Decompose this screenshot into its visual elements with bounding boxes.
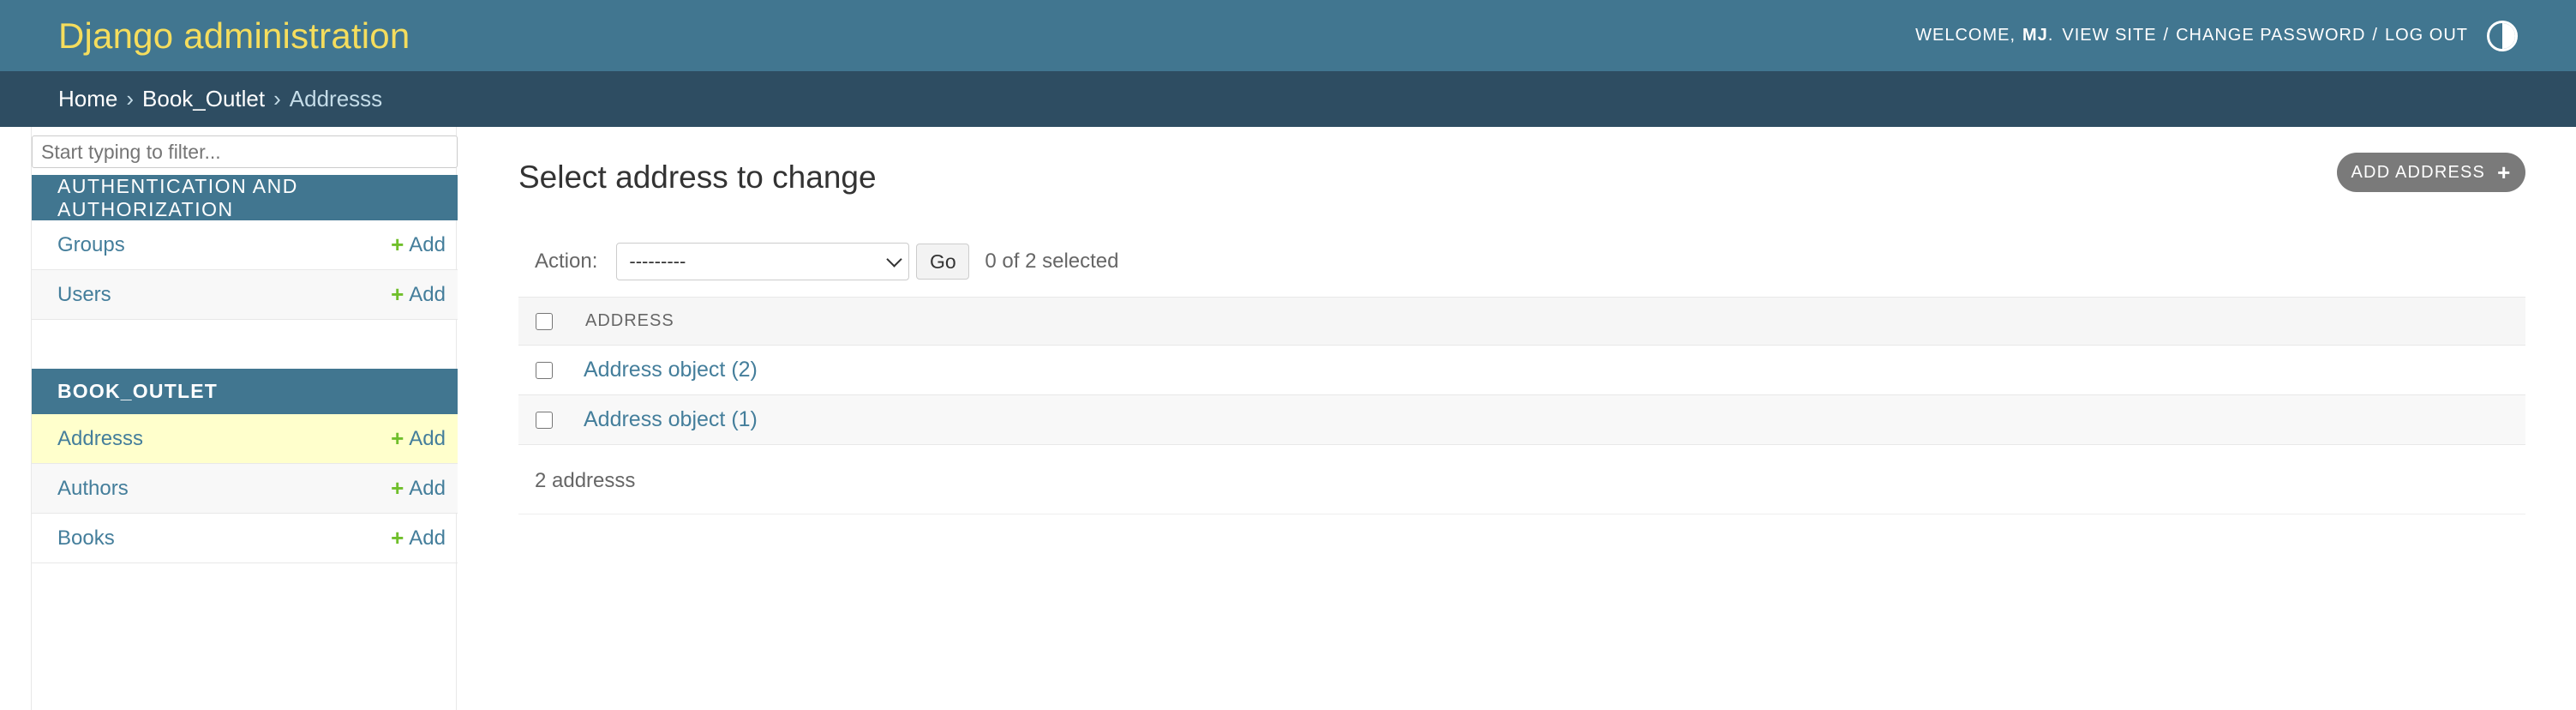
action-label: Action: [535, 250, 598, 273]
module-caption-book-outlet[interactable]: Book_Outlet [32, 369, 458, 414]
add-groups-link[interactable]: + Add [391, 232, 446, 258]
plus-icon: + [391, 281, 404, 307]
breadcrumb-separator: › [126, 86, 135, 111]
sidebar-item-groups: Groups + Add [32, 220, 458, 270]
add-label: Add [409, 282, 446, 306]
sidebar-item-label[interactable]: Authors [57, 477, 129, 501]
paginator: 2 addresss [518, 448, 2525, 514]
nav-sidebar: Authentication and Authorization Groups … [31, 127, 458, 710]
add-authors-link[interactable]: + Add [391, 475, 446, 502]
sidebar-item-addresss: Addresss + Add [32, 414, 458, 464]
log-out-link[interactable]: Log out [2385, 26, 2468, 45]
plus-icon: + [391, 525, 404, 551]
row-checkbox[interactable] [536, 361, 553, 379]
module-caption-auth[interactable]: Authentication and Authorization [32, 175, 458, 220]
object-link[interactable]: Address object (1) [584, 407, 758, 432]
page-title: Select address to change [518, 159, 877, 195]
select-all-checkbox[interactable] [536, 312, 553, 330]
sidebar-item-users: Users + Add [32, 270, 458, 320]
table-header-row: Address [518, 297, 2525, 346]
username-period: . [2047, 26, 2054, 45]
breadcrumb-app[interactable]: Book_Outlet [142, 86, 265, 112]
result-list-table: Address Address object (2) Address objec… [518, 297, 2525, 445]
breadcrumb: Home › Book_Outlet › Addresss [0, 71, 2576, 127]
plus-icon: + [391, 425, 404, 451]
column-header-address[interactable]: Address [585, 311, 674, 331]
sidebar-item-label[interactable]: Books [57, 526, 115, 551]
go-button[interactable]: Go [916, 244, 970, 280]
add-books-link[interactable]: + Add [391, 525, 446, 551]
separator: / [2372, 26, 2378, 45]
site-header: Django administration Welcome, MJ. View … [0, 0, 2576, 71]
table-row: Address object (1) [518, 395, 2525, 445]
sidebar-item-label[interactable]: Users [57, 283, 111, 307]
add-label: Add [409, 526, 446, 550]
action-select[interactable]: --------- [616, 243, 910, 280]
chevron-down-icon [886, 250, 903, 268]
table-row: Address object (2) [518, 346, 2525, 395]
sidebar-item-label[interactable]: Addresss [57, 427, 143, 451]
separator: / [2163, 26, 2170, 45]
sidebar-item-books: Books + Add [32, 514, 458, 563]
nav-filter-input[interactable] [32, 135, 458, 168]
actions-bar: Action: --------- Go 0 of 2 selected [535, 242, 1118, 281]
theme-toggle-icon[interactable] [2487, 20, 2518, 51]
sidebar-item-label[interactable]: Groups [57, 233, 125, 257]
add-addresss-link[interactable]: + Add [391, 425, 446, 452]
breadcrumb-home[interactable]: Home [58, 86, 117, 112]
plus-icon: + [2497, 159, 2512, 185]
action-select-value: --------- [629, 250, 686, 272]
username: MJ [2022, 26, 2048, 45]
add-address-button[interactable]: Add address + [2337, 153, 2525, 192]
add-users-link[interactable]: + Add [391, 281, 446, 308]
object-link[interactable]: Address object (2) [584, 358, 758, 382]
change-password-link[interactable]: Change password [2176, 26, 2365, 45]
view-site-link[interactable]: View site [2062, 26, 2156, 45]
plus-icon: + [391, 232, 404, 257]
add-label: Add [409, 426, 446, 450]
user-tools: Welcome, MJ. View site / Change password… [1915, 20, 2518, 51]
selected-count: 0 of 2 selected [985, 250, 1119, 273]
plus-icon: + [391, 475, 404, 501]
breadcrumb-separator: › [273, 86, 281, 111]
site-name[interactable]: Django administration [58, 15, 410, 57]
breadcrumb-current: Addresss [289, 86, 383, 111]
add-label: Add [409, 476, 446, 500]
add-label: Add [409, 232, 446, 256]
welcome-text: Welcome, [1915, 26, 2016, 45]
add-address-label: Add address [2351, 162, 2486, 182]
row-checkbox[interactable] [536, 411, 553, 429]
sidebar-item-authors: Authors + Add [32, 464, 458, 514]
